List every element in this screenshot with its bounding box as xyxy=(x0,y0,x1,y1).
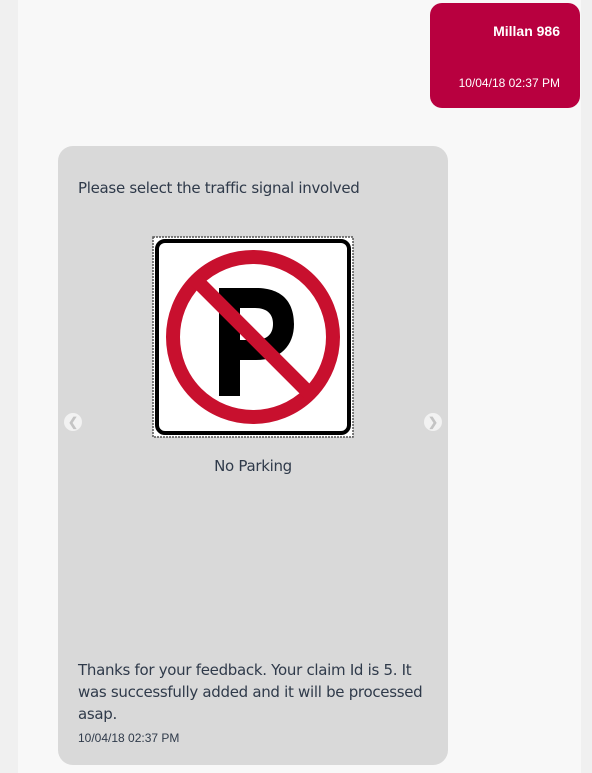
confirmation-text: Thanks for your feedback. Your claim Id … xyxy=(78,661,423,723)
carousel-next-button[interactable]: ❯ xyxy=(424,413,442,431)
bot-message-timestamp: 10/04/18 02:37 PM xyxy=(78,731,180,745)
user-message-text: Millan 986 xyxy=(493,23,560,39)
bot-message-bubble: Please select the traffic signal involve… xyxy=(58,146,448,765)
sign-caption[interactable]: No Parking xyxy=(58,457,448,475)
no-parking-sign-icon[interactable] xyxy=(152,236,354,438)
bot-prompt-text: Please select the traffic signal involve… xyxy=(78,179,360,197)
user-message-bubble: Millan 986 10/04/18 02:37 PM xyxy=(430,3,580,108)
chevron-left-icon: ❮ xyxy=(67,415,79,429)
carousel-prev-button[interactable]: ❮ xyxy=(64,413,82,431)
user-message-timestamp: 10/04/18 02:37 PM xyxy=(458,76,560,90)
chevron-right-icon: ❯ xyxy=(427,415,439,429)
